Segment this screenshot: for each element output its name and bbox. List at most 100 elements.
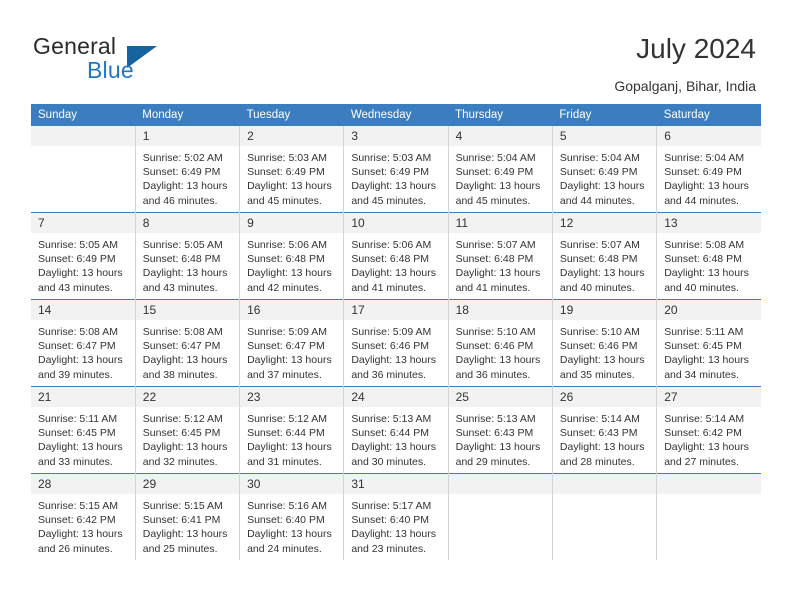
daylight-text-line1: Daylight: 13 hours — [559, 441, 645, 454]
sunset-text: Sunset: 6:45 PM — [38, 427, 116, 440]
daylight-text-line1: Daylight: 13 hours — [142, 528, 228, 541]
daylight-text-line2: and 34 minutes. — [664, 368, 739, 381]
day-cell[interactable]: 12 Sunrise: 5:07 AM Sunset: 6:48 PM Dayl… — [551, 212, 657, 300]
day-cell[interactable] — [447, 473, 553, 560]
daylight-text-line2: and 38 minutes. — [142, 368, 218, 381]
day-details — [449, 494, 552, 499]
sunrise-text: Sunrise: 5:05 AM — [142, 239, 223, 251]
sunrise-text: Sunrise: 5:09 AM — [351, 326, 432, 338]
sunset-text: Sunset: 6:49 PM — [38, 253, 116, 266]
weekday-header-monday: Monday — [135, 104, 240, 126]
day-cell[interactable]: 20 Sunrise: 5:11 AM Sunset: 6:45 PM Dayl… — [656, 299, 761, 387]
week-row: 7 Sunrise: 5:05 AM Sunset: 6:49 PM Dayli… — [31, 212, 761, 300]
day-cell[interactable]: 2 Sunrise: 5:03 AM Sunset: 6:49 PM Dayli… — [239, 126, 344, 213]
sunset-text: Sunset: 6:43 PM — [455, 427, 534, 440]
day-cell[interactable]: 25 Sunrise: 5:13 AM Sunset: 6:43 PM Dayl… — [447, 386, 553, 474]
sunset-text: Sunset: 6:43 PM — [559, 427, 638, 440]
daylight-text-line1: Daylight: 13 hours — [455, 354, 541, 367]
day-cell[interactable]: 5 Sunrise: 5:04 AM Sunset: 6:49 PM Dayli… — [551, 126, 657, 213]
day-cell[interactable]: 11 Sunrise: 5:07 AM Sunset: 6:48 PM Dayl… — [447, 212, 553, 300]
day-cell[interactable]: 28 Sunrise: 5:15 AM Sunset: 6:42 PM Dayl… — [31, 473, 136, 560]
sunrise-text: Sunrise: 5:10 AM — [455, 326, 536, 338]
day-details: Sunrise: 5:08 AM Sunset: 6:48 PM Dayligh… — [657, 233, 761, 295]
day-number: 25 — [448, 387, 552, 407]
daylight-text-line2: and 35 minutes. — [559, 368, 635, 381]
sunrise-text: Sunrise: 5:16 AM — [247, 500, 328, 512]
day-number: 13 — [657, 213, 761, 233]
day-details: Sunrise: 5:06 AM Sunset: 6:48 PM Dayligh… — [344, 233, 447, 295]
day-number: 12 — [552, 213, 657, 233]
day-number: 22 — [135, 387, 240, 407]
weekday-header-sunday: Sunday — [31, 104, 136, 126]
day-cell[interactable]: 15 Sunrise: 5:08 AM Sunset: 6:47 PM Dayl… — [134, 299, 240, 387]
day-number: 27 — [657, 387, 761, 407]
day-cell[interactable]: 7 Sunrise: 5:05 AM Sunset: 6:49 PM Dayli… — [31, 212, 136, 300]
day-cell[interactable]: 24 Sunrise: 5:13 AM Sunset: 6:44 PM Dayl… — [343, 386, 449, 474]
day-number: 2 — [240, 126, 344, 146]
day-cell[interactable]: 4 Sunrise: 5:04 AM Sunset: 6:49 PM Dayli… — [447, 126, 553, 213]
sunrise-text: Sunrise: 5:13 AM — [455, 413, 536, 425]
day-number — [448, 474, 552, 494]
daylight-text-line2: and 45 minutes. — [351, 194, 427, 207]
weekday-header-tuesday: Tuesday — [239, 104, 344, 126]
day-cell[interactable]: 1 Sunrise: 5:02 AM Sunset: 6:49 PM Dayli… — [134, 126, 240, 213]
day-cell[interactable]: 9 Sunrise: 5:06 AM Sunset: 6:48 PM Dayli… — [239, 212, 344, 300]
daylight-text-line1: Daylight: 13 hours — [664, 267, 749, 280]
daylight-text-line2: and 39 minutes. — [38, 368, 113, 381]
day-cell[interactable]: 6 Sunrise: 5:04 AM Sunset: 6:49 PM Dayli… — [656, 126, 761, 213]
day-details: Sunrise: 5:09 AM Sunset: 6:46 PM Dayligh… — [344, 320, 447, 382]
day-number — [31, 126, 135, 146]
daylight-text-line2: and 27 minutes. — [664, 455, 739, 468]
day-cell[interactable]: 29 Sunrise: 5:15 AM Sunset: 6:41 PM Dayl… — [134, 473, 240, 560]
day-details: Sunrise: 5:11 AM Sunset: 6:45 PM Dayligh… — [657, 320, 761, 382]
daylight-text-line1: Daylight: 13 hours — [142, 354, 228, 367]
daylight-text-line2: and 32 minutes. — [142, 455, 218, 468]
weekday-header-saturday: Saturday — [656, 104, 761, 126]
daylight-text-line2: and 45 minutes. — [247, 194, 322, 207]
sunset-text: Sunset: 6:47 PM — [142, 340, 221, 353]
day-number: 19 — [552, 300, 657, 320]
daylight-text-line2: and 41 minutes. — [351, 281, 427, 294]
day-cell[interactable] — [31, 126, 135, 213]
daylight-text-line2: and 37 minutes. — [247, 368, 322, 381]
daylight-text-line2: and 33 minutes. — [38, 455, 113, 468]
day-cell[interactable]: 22 Sunrise: 5:12 AM Sunset: 6:45 PM Dayl… — [134, 386, 240, 474]
day-cell[interactable]: 18 Sunrise: 5:10 AM Sunset: 6:46 PM Dayl… — [447, 299, 553, 387]
day-cell[interactable]: 3 Sunrise: 5:03 AM Sunset: 6:49 PM Dayli… — [343, 126, 449, 213]
daylight-text-line1: Daylight: 13 hours — [142, 441, 228, 454]
day-cell[interactable]: 30 Sunrise: 5:16 AM Sunset: 6:40 PM Dayl… — [239, 473, 344, 560]
daylight-text-line1: Daylight: 13 hours — [38, 441, 123, 454]
day-cell[interactable]: 26 Sunrise: 5:14 AM Sunset: 6:43 PM Dayl… — [551, 386, 657, 474]
day-details: Sunrise: 5:17 AM Sunset: 6:40 PM Dayligh… — [344, 494, 447, 556]
day-number: 14 — [31, 300, 135, 320]
day-cell[interactable]: 27 Sunrise: 5:14 AM Sunset: 6:42 PM Dayl… — [656, 386, 761, 474]
day-details: Sunrise: 5:04 AM Sunset: 6:49 PM Dayligh… — [553, 146, 656, 208]
daylight-text-line1: Daylight: 13 hours — [559, 180, 645, 193]
day-number — [657, 474, 761, 494]
sunrise-text: Sunrise: 5:11 AM — [664, 326, 744, 338]
day-cell[interactable]: 17 Sunrise: 5:09 AM Sunset: 6:46 PM Dayl… — [343, 299, 449, 387]
daylight-text-line1: Daylight: 13 hours — [351, 354, 436, 367]
daylight-text-line1: Daylight: 13 hours — [664, 180, 749, 193]
daylight-text-line2: and 31 minutes. — [247, 455, 322, 468]
daylight-text-line1: Daylight: 13 hours — [559, 354, 645, 367]
sunset-text: Sunset: 6:48 PM — [455, 253, 534, 266]
day-details: Sunrise: 5:07 AM Sunset: 6:48 PM Dayligh… — [449, 233, 552, 295]
day-cell[interactable]: 19 Sunrise: 5:10 AM Sunset: 6:46 PM Dayl… — [551, 299, 657, 387]
day-number — [552, 474, 657, 494]
daylight-text-line2: and 30 minutes. — [351, 455, 427, 468]
daylight-text-line1: Daylight: 13 hours — [247, 180, 332, 193]
day-cell[interactable]: 14 Sunrise: 5:08 AM Sunset: 6:47 PM Dayl… — [31, 299, 136, 387]
day-cell[interactable]: 21 Sunrise: 5:11 AM Sunset: 6:45 PM Dayl… — [31, 386, 136, 474]
day-cell[interactable]: 10 Sunrise: 5:06 AM Sunset: 6:48 PM Dayl… — [343, 212, 449, 300]
day-details: Sunrise: 5:04 AM Sunset: 6:49 PM Dayligh… — [449, 146, 552, 208]
day-cell[interactable]: 31 Sunrise: 5:17 AM Sunset: 6:40 PM Dayl… — [343, 473, 449, 560]
day-cell[interactable]: 13 Sunrise: 5:08 AM Sunset: 6:48 PM Dayl… — [656, 212, 761, 300]
day-cell[interactable]: 23 Sunrise: 5:12 AM Sunset: 6:44 PM Dayl… — [239, 386, 344, 474]
day-cell[interactable]: 16 Sunrise: 5:09 AM Sunset: 6:47 PM Dayl… — [239, 299, 344, 387]
day-cell[interactable]: 8 Sunrise: 5:05 AM Sunset: 6:48 PM Dayli… — [134, 212, 240, 300]
daylight-text-line1: Daylight: 13 hours — [247, 441, 332, 454]
day-cell[interactable] — [656, 473, 761, 560]
day-cell[interactable] — [551, 473, 657, 560]
day-number: 8 — [135, 213, 240, 233]
